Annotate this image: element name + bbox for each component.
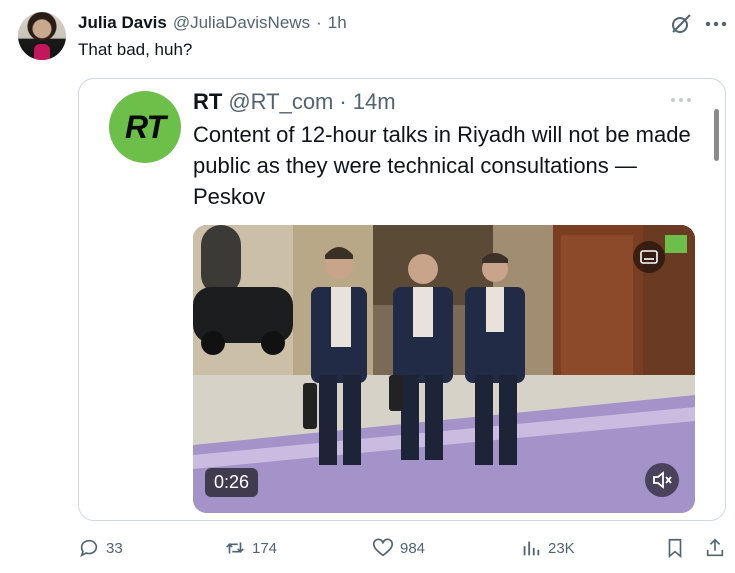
video-player[interactable]: 0:26 bbox=[193, 225, 695, 513]
rt-logo-text: RT bbox=[124, 108, 166, 145]
reply-button[interactable]: 33 bbox=[78, 537, 123, 559]
quoted-time[interactable]: 14m bbox=[353, 89, 396, 115]
video-frame bbox=[193, 225, 695, 513]
like-icon bbox=[373, 538, 393, 557]
captions-button[interactable] bbox=[633, 241, 665, 273]
mute-button[interactable] bbox=[645, 463, 679, 497]
author-handle[interactable]: @JuliaDavisNews bbox=[173, 13, 310, 33]
tweet-time[interactable]: 1h bbox=[328, 13, 347, 33]
captions-icon bbox=[640, 250, 658, 264]
share-button[interactable] bbox=[704, 537, 726, 559]
author-name[interactable]: Julia Davis bbox=[78, 13, 167, 33]
quoted-author-handle[interactable]: @RT_com bbox=[228, 89, 333, 115]
action-bar: 33 174 984 23K bbox=[78, 537, 728, 561]
quoted-more-icon[interactable] bbox=[669, 93, 693, 107]
rt-watermark bbox=[665, 235, 687, 253]
separator-dot: · bbox=[339, 89, 347, 114]
quoted-author-name[interactable]: RT bbox=[193, 89, 222, 115]
repost-icon bbox=[226, 542, 244, 554]
reply-count: 33 bbox=[106, 539, 123, 557]
tweet-text: That bad, huh? bbox=[78, 40, 193, 59]
views-count: 23K bbox=[548, 539, 575, 557]
bookmark-icon bbox=[668, 538, 682, 559]
video-duration: 0:26 bbox=[205, 468, 259, 497]
like-count: 984 bbox=[400, 539, 426, 557]
reply-icon bbox=[80, 539, 98, 558]
views-icon bbox=[523, 541, 540, 556]
scrollbar[interactable] bbox=[714, 109, 719, 161]
separator-dot: · bbox=[316, 13, 322, 32]
grok-icon[interactable] bbox=[669, 12, 693, 36]
author-avatar[interactable] bbox=[18, 12, 66, 60]
quoted-tweet[interactable]: RT RT @RT_com · 14m Content of 12-hour t… bbox=[78, 78, 726, 521]
quoted-header: RT @RT_com · 14m bbox=[193, 89, 396, 115]
quoted-text: Content of 12-hour talks in Riyadh will … bbox=[193, 122, 691, 209]
share-icon bbox=[706, 538, 724, 557]
mute-icon bbox=[653, 471, 672, 489]
repost-count: 174 bbox=[252, 539, 278, 557]
tweet-header: Julia Davis @JuliaDavisNews · 1h bbox=[78, 13, 347, 33]
rt-avatar[interactable]: RT bbox=[109, 91, 181, 163]
views-button[interactable]: 23K bbox=[520, 537, 575, 559]
repost-button[interactable]: 174 bbox=[224, 537, 277, 559]
bookmark-button[interactable] bbox=[664, 537, 686, 559]
like-button[interactable]: 984 bbox=[372, 537, 425, 559]
more-icon[interactable] bbox=[702, 12, 730, 36]
